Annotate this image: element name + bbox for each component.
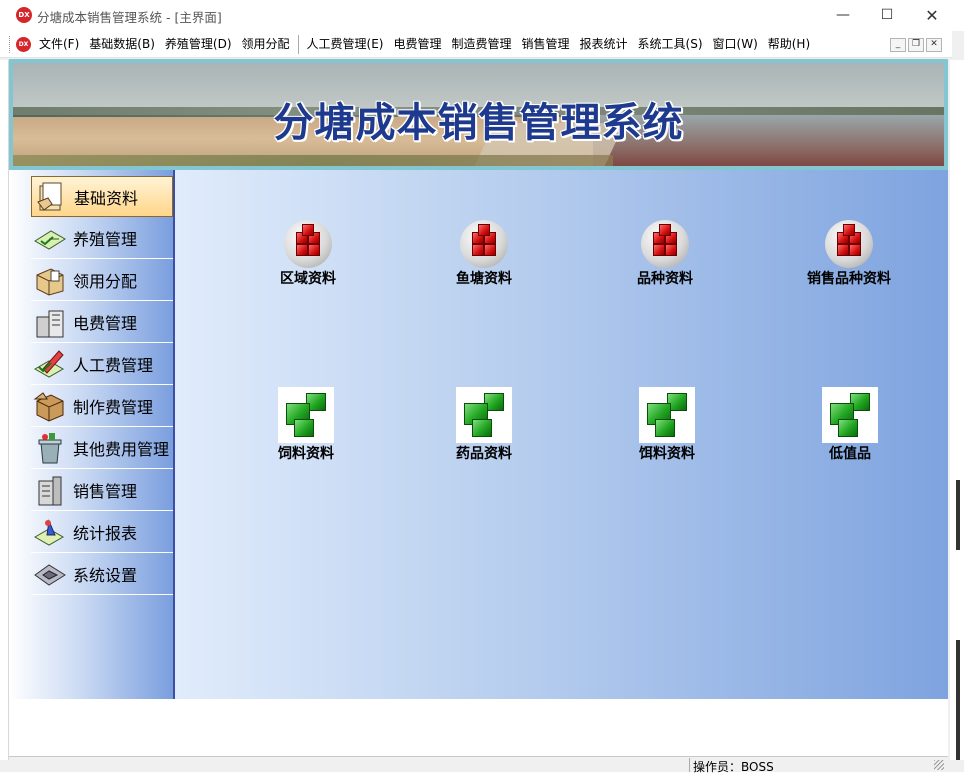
window-title: 分塘成本销售管理系统 - [主界面] bbox=[37, 10, 222, 25]
menu-electricity[interactable]: 电费管理 bbox=[388, 34, 446, 55]
tile-region-data[interactable]: 区域资料 bbox=[233, 220, 383, 288]
menu-allocation[interactable]: 领用分配 bbox=[237, 34, 295, 55]
menu-items: 文件(F) 基础数据(B) 养殖管理(D) 领用分配 人工费管理(E) 电费管理… bbox=[34, 31, 815, 58]
package-icon bbox=[33, 389, 67, 423]
red-cubes-icon bbox=[460, 220, 508, 268]
green-blocks-icon bbox=[822, 387, 878, 443]
minimize-button[interactable]: — bbox=[820, 0, 866, 31]
header-banner: 分塘成本销售管理系统 bbox=[9, 59, 948, 170]
menu-file[interactable]: 文件(F) bbox=[34, 34, 84, 55]
building-icon bbox=[33, 473, 67, 507]
tile-label: 低值品 bbox=[829, 446, 871, 462]
menu-grip bbox=[9, 36, 11, 53]
sidebar-item-label: 销售管理 bbox=[73, 482, 138, 501]
bin-icon bbox=[33, 431, 67, 465]
sidebar-item-label: 系统设置 bbox=[73, 566, 138, 585]
sidebar-item-breeding[interactable]: 养殖管理 bbox=[31, 218, 173, 259]
menu-app-icon[interactable]: DX bbox=[16, 37, 31, 52]
tile-species-data[interactable]: 品种资料 bbox=[590, 220, 740, 288]
background-window-edge-left bbox=[0, 60, 9, 760]
sidebar-item-label: 领用分配 bbox=[73, 272, 138, 291]
green-blocks-icon bbox=[639, 387, 695, 443]
sidebar-item-other-cost[interactable]: 其他费用管理 bbox=[31, 428, 173, 469]
title-bar: DX 分塘成本销售管理系统 - [主界面] — ☐ ✕ bbox=[0, 0, 964, 31]
menu-labor-cost[interactable]: 人工费管理(E) bbox=[302, 34, 389, 55]
sidebar: 基础资料 养殖管理 领用分配 电费管理 人工费管理 制作费管理 其他费用管理 销… bbox=[9, 170, 175, 699]
status-bar: 操作员：BOSS bbox=[9, 756, 948, 774]
green-blocks-icon bbox=[456, 387, 512, 443]
sidebar-item-reports[interactable]: 统计报表 bbox=[31, 512, 173, 553]
red-cubes-icon bbox=[284, 220, 332, 268]
sidebar-item-label: 统计报表 bbox=[73, 524, 138, 543]
red-cubes-icon bbox=[825, 220, 873, 268]
sidebar-item-labor-cost[interactable]: 人工费管理 bbox=[31, 344, 173, 385]
menu-basic-data[interactable]: 基础数据(B) bbox=[84, 34, 160, 55]
tile-label: 鱼塘资料 bbox=[456, 271, 512, 287]
tile-label: 饲料资料 bbox=[278, 446, 334, 462]
app-logo-icon: DX bbox=[16, 7, 32, 23]
tile-pond-data[interactable]: 鱼塘资料 bbox=[409, 220, 559, 288]
sidebar-item-allocation[interactable]: 领用分配 bbox=[31, 260, 173, 301]
menu-manufacturing[interactable]: 制造费管理 bbox=[446, 34, 516, 55]
tile-sales-species-data[interactable]: 销售品种资料 bbox=[774, 220, 924, 288]
menu-help[interactable]: 帮助(H) bbox=[763, 34, 815, 55]
green-blocks-icon bbox=[278, 387, 334, 443]
tile-label: 销售品种资料 bbox=[807, 271, 891, 287]
tile-label: 区域资料 bbox=[280, 271, 336, 287]
menu-separator bbox=[297, 35, 299, 54]
sidebar-item-label: 养殖管理 bbox=[73, 230, 138, 249]
sidebar-item-production-cost[interactable]: 制作费管理 bbox=[31, 386, 173, 427]
background-window-edge-bottom bbox=[0, 772, 964, 780]
main-panel: 区域资料 鱼塘资料 品种资料 销售品种资料 饲料资料 药品资料 饵料资料 低值品 bbox=[175, 170, 948, 699]
sidebar-item-sales[interactable]: 销售管理 bbox=[31, 470, 173, 511]
tile-medicine-data[interactable]: 药品资料 bbox=[409, 387, 559, 463]
menu-bar: DX 文件(F) 基础数据(B) 养殖管理(D) 领用分配 人工费管理(E) 电… bbox=[0, 31, 952, 58]
tile-label: 品种资料 bbox=[637, 271, 693, 287]
tile-feed-data[interactable]: 饲料资料 bbox=[231, 387, 381, 463]
background-window-edge-right bbox=[950, 60, 964, 760]
menu-sales[interactable]: 销售管理 bbox=[517, 34, 575, 55]
menu-breeding[interactable]: 养殖管理(D) bbox=[160, 34, 237, 55]
sidebar-item-label: 基础资料 bbox=[74, 188, 139, 208]
menu-reports[interactable]: 报表统计 bbox=[575, 34, 633, 55]
sidebar-item-label: 电费管理 bbox=[73, 314, 138, 333]
mdi-close-button[interactable]: ✕ bbox=[926, 38, 942, 52]
mdi-restore-button[interactable]: ❐ bbox=[908, 38, 924, 52]
tile-label: 药品资料 bbox=[456, 446, 512, 462]
menu-system-tools[interactable]: 系统工具(S) bbox=[633, 34, 708, 55]
sidebar-item-electricity[interactable]: 电费管理 bbox=[31, 302, 173, 343]
menu-window[interactable]: 窗口(W) bbox=[708, 34, 763, 55]
maximize-button[interactable]: ☐ bbox=[864, 0, 910, 31]
sidebar-item-label: 制作费管理 bbox=[73, 398, 154, 417]
red-cubes-icon bbox=[641, 220, 689, 268]
system-icon bbox=[33, 557, 67, 591]
banner-title: 分塘成本销售管理系统 bbox=[273, 99, 684, 146]
tile-low-value-items[interactable]: 低值品 bbox=[775, 387, 925, 463]
box-open-icon bbox=[33, 263, 67, 297]
chart-icon bbox=[33, 515, 67, 549]
sidebar-item-label: 其他费用管理 bbox=[73, 440, 170, 459]
checklist-icon bbox=[33, 221, 67, 255]
mdi-controls: _ ❐ ✕ bbox=[890, 38, 942, 52]
workspace-blank bbox=[9, 699, 948, 756]
tile-bait-data[interactable]: 饵料资料 bbox=[592, 387, 742, 463]
pencil-check-icon bbox=[33, 347, 67, 381]
sidebar-item-system-settings[interactable]: 系统设置 bbox=[31, 554, 173, 595]
close-button[interactable]: ✕ bbox=[909, 0, 955, 31]
sidebar-item-label: 人工费管理 bbox=[73, 356, 154, 375]
sidebar-item-basic-info[interactable]: 基础资料 bbox=[31, 176, 173, 217]
tile-label: 饵料资料 bbox=[639, 446, 695, 462]
folder-hand-icon bbox=[34, 180, 68, 214]
resize-grip[interactable] bbox=[934, 760, 944, 770]
status-operator: 操作员：BOSS bbox=[693, 760, 774, 774]
mdi-minimize-button[interactable]: _ bbox=[890, 38, 906, 52]
buildings-icon bbox=[33, 305, 67, 339]
